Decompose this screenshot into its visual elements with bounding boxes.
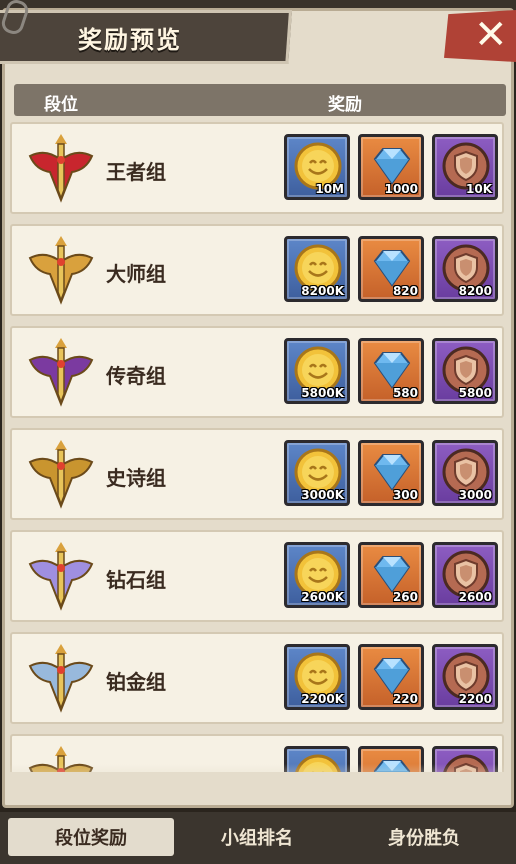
- coin-reward[interactable]: 8200K: [284, 236, 350, 302]
- reward-amount: 2600: [458, 590, 492, 604]
- gem-reward[interactable]: 260: [358, 542, 424, 608]
- tab-rank-rewards[interactable]: 段位奖励: [8, 818, 174, 856]
- rank-name: 钻石组: [106, 568, 166, 592]
- rank-emblem-icon: [22, 436, 100, 514]
- reward-amount: 2200: [458, 692, 492, 706]
- tier-row: 钻石组 2600K 260 2600: [10, 530, 504, 622]
- rank-emblem-icon: [22, 130, 100, 208]
- reward-amount: 220: [392, 692, 418, 706]
- reward-amount: 3000K: [301, 488, 344, 502]
- reward-amount: 2600K: [301, 590, 344, 604]
- reward-amount: 8200: [458, 284, 492, 298]
- shield-coin-reward[interactable]: 10K: [432, 134, 498, 200]
- rank-emblem-icon: [22, 334, 100, 412]
- reward-amount: 10M: [315, 182, 344, 196]
- coin-reward[interactable]: 2600K: [284, 542, 350, 608]
- header-rank: 段位: [44, 95, 78, 115]
- tab-group-ranking[interactable]: 小组排名: [174, 818, 340, 856]
- reward-amount: 5800: [458, 386, 492, 400]
- gem-reward[interactable]: 300: [358, 440, 424, 506]
- close-icon[interactable]: ✕: [474, 12, 508, 58]
- rank-name: 史诗组: [106, 466, 166, 490]
- rank-emblem-icon: [22, 232, 100, 310]
- tier-row: 大师组 8200K 820 8200: [10, 224, 504, 316]
- rank-emblem-icon: [22, 538, 100, 616]
- coin-reward[interactable]: 10M: [284, 134, 350, 200]
- reward-amount: 8200K: [301, 284, 344, 298]
- reward-amount: 5800K: [301, 386, 344, 400]
- shield-coin-reward[interactable]: 5800: [432, 338, 498, 404]
- reward-amount: 1000: [384, 182, 418, 196]
- coin-reward[interactable]: 5800K: [284, 338, 350, 404]
- tier-row: 王者组 10M 1000 10K: [10, 122, 504, 214]
- rank-name: 大师组: [106, 262, 166, 286]
- reward-amount: 2200K: [301, 692, 344, 706]
- header-reward: 奖励: [328, 95, 362, 115]
- gem-reward[interactable]: 580: [358, 338, 424, 404]
- table-header: [14, 84, 506, 116]
- rank-name: 传奇组: [106, 364, 166, 388]
- tab-identity-results[interactable]: 身份胜负: [340, 818, 508, 856]
- coin-reward[interactable]: 3000K: [284, 440, 350, 506]
- coin-reward[interactable]: 2200K: [284, 644, 350, 710]
- reward-amount: 820: [392, 284, 418, 298]
- reward-amount: 580: [392, 386, 418, 400]
- tier-row: 传奇组 5800K 580 5800: [10, 326, 504, 418]
- rank-emblem-icon: [22, 640, 100, 718]
- gem-reward[interactable]: 820: [358, 236, 424, 302]
- reward-amount: 260: [392, 590, 418, 604]
- shield-coin-reward[interactable]: 2200: [432, 644, 498, 710]
- shield-coin-reward[interactable]: 3000: [432, 440, 498, 506]
- shield-coin-reward[interactable]: 8200: [432, 236, 498, 302]
- reward-amount: 300: [392, 488, 418, 502]
- tier-row: 铂金组 2200K 220 2200: [10, 632, 504, 724]
- gem-reward[interactable]: 1000: [358, 134, 424, 200]
- rank-name: 铂金组: [106, 670, 166, 694]
- shield-coin-reward[interactable]: 2600: [432, 542, 498, 608]
- reward-amount: 3000: [458, 488, 492, 502]
- gem-reward[interactable]: 220: [358, 644, 424, 710]
- tier-row: 史诗组 3000K 300 3000: [10, 428, 504, 520]
- rank-name: 王者组: [106, 160, 166, 184]
- reward-amount: 10K: [466, 182, 492, 196]
- tier-list[interactable]: 王者组 10M 1000 10K 大师组 8200K 820 8200 传奇组 5800K 580 5…: [10, 122, 506, 772]
- page-title: 奖励预览: [78, 26, 182, 54]
- list-fade: [10, 764, 506, 794]
